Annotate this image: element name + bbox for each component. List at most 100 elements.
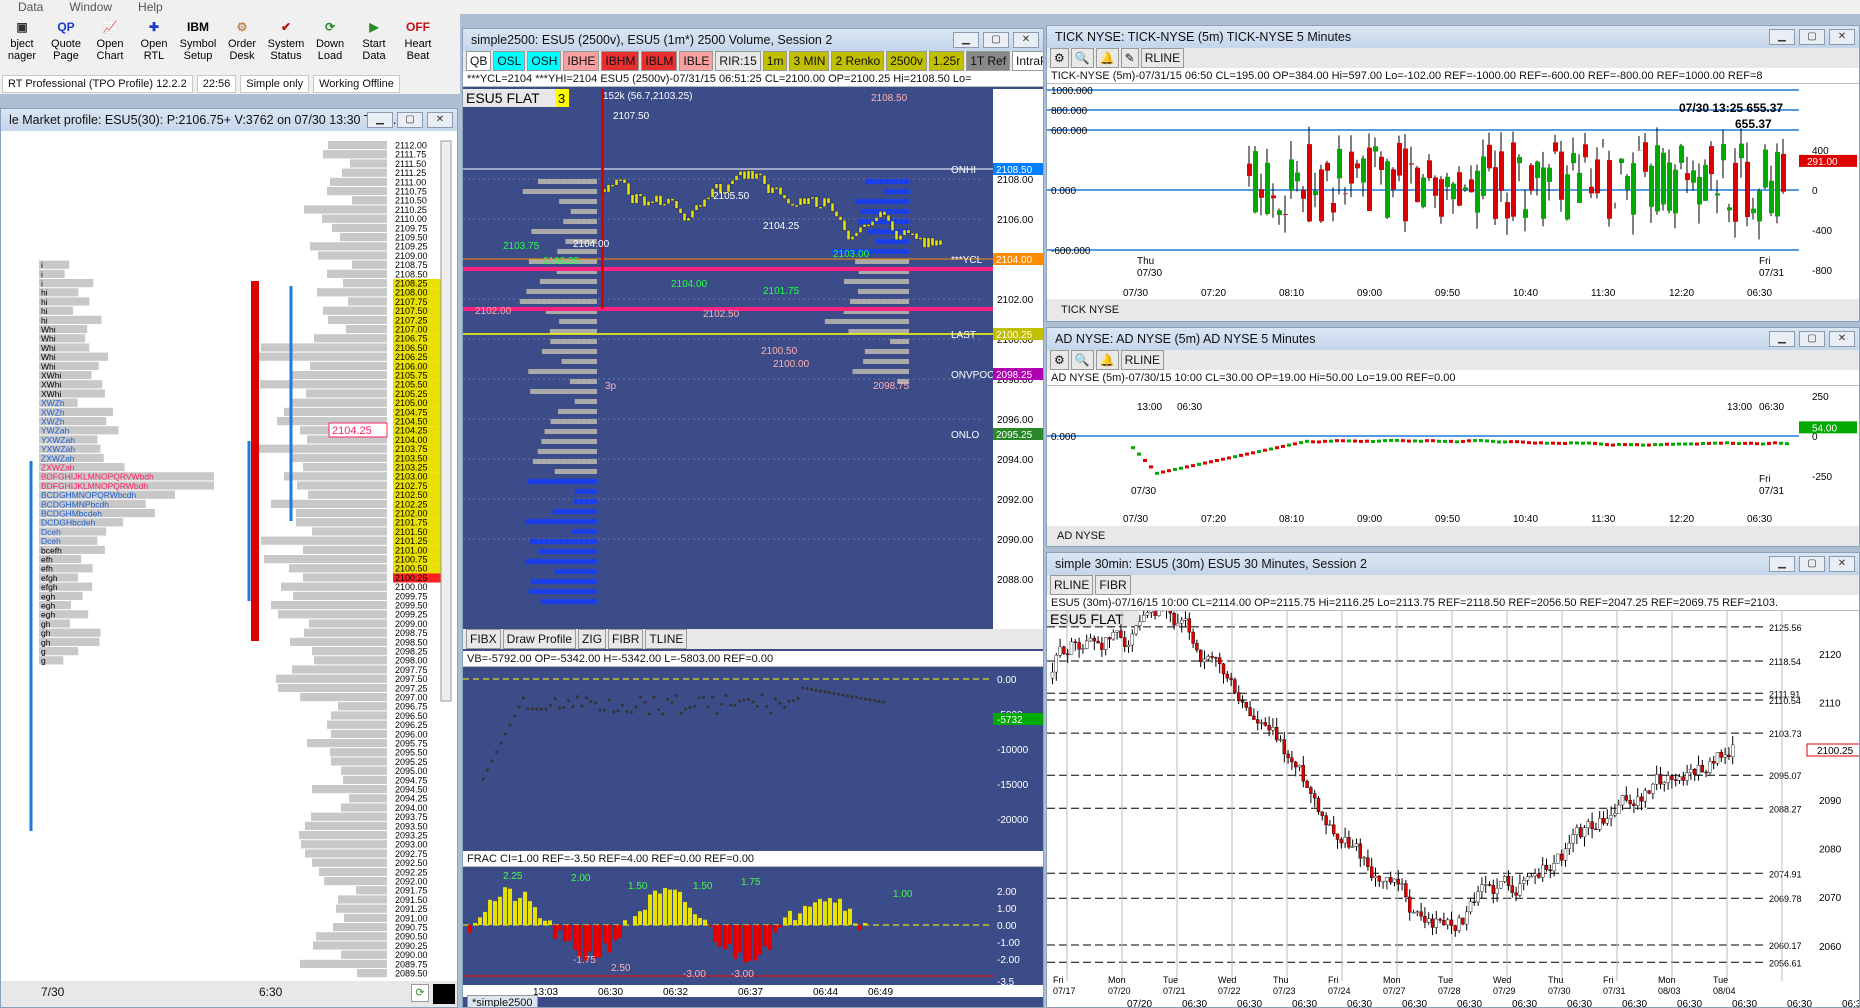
chip-osl[interactable]: OSL <box>493 51 526 71</box>
s30-chart-pane[interactable]: ESU5 FLAT 2125.56 2118.54 2111.91 2110.54 210… <box>1047 611 1860 1008</box>
chip-3min[interactable]: 3 MIN <box>789 51 830 71</box>
toolbar-button-5[interactable]: ⚙ Order Desk <box>220 14 264 74</box>
maximize-button[interactable]: ▢ <box>397 112 423 128</box>
close-button[interactable]: ✕ <box>1829 29 1855 45</box>
simple2500-title[interactable]: simple2500: ESU5 (2500v), ESU5 (1m*) 250… <box>463 29 1043 51</box>
toolbar-button-4[interactable]: IBM Symbol Setup <box>176 14 220 74</box>
profile-bar <box>328 141 387 150</box>
market-profile-title[interactable]: le Market profile: ESU5(30): P:2106.75+ … <box>1 109 457 131</box>
price-volume-chart[interactable]: 2108.00 2106.00 2104.00 2102.00 2100.00 2098.… <box>463 89 1044 631</box>
ad-chart[interactable]: 0.0002500-25054.0007/30 07:20 08:10 09:00 09… <box>1047 386 1860 526</box>
maximize-button[interactable]: ▢ <box>983 32 1009 48</box>
toolbar-button-3[interactable]: ✚ Open RTL <box>132 14 176 74</box>
chip-qb[interactable]: QB <box>466 51 492 71</box>
rline-button[interactable]: RLINE <box>1050 575 1094 595</box>
zoom-icon[interactable]: 🔍 <box>1070 350 1094 370</box>
chip-osh[interactable]: OSH <box>527 51 562 71</box>
close-button[interactable]: ✕ <box>427 112 453 128</box>
close-button[interactable]: ✕ <box>1829 556 1855 572</box>
frac-indicator-chart[interactable]: 2.001.000.00-1.00-2.00-3.52.25 2.001.50 1.… <box>463 867 1044 997</box>
s30-candle <box>1126 644 1131 647</box>
minimize-button[interactable]: ▁ <box>953 32 979 48</box>
tick-title[interactable]: TICK NYSE: TICK-NYSE (5m) TICK-NYSE 5 Mi… <box>1047 26 1859 48</box>
chip-ibhm[interactable]: IBHM <box>601 51 640 71</box>
maximize-button[interactable]: ▢ <box>1799 556 1825 572</box>
ad-candle <box>1479 438 1483 442</box>
s30-candle <box>1282 739 1287 755</box>
minimize-button[interactable]: ▁ <box>367 112 393 128</box>
toolbar-button-9[interactable]: OFF Heart Beat <box>396 14 440 74</box>
ad-symbol: AD NYSE <box>1057 530 1106 542</box>
axis-tick: 2108.00 <box>997 175 1034 186</box>
toolbar-button-6[interactable]: ✔ System Status <box>264 14 308 74</box>
settings-icon[interactable]: ⚙ <box>1050 350 1069 370</box>
toolbar-button-7[interactable]: ⟳ Down Load <box>308 14 352 74</box>
maximize-button[interactable]: ▢ <box>1799 29 1825 45</box>
toolbar-button-2[interactable]: 📈 Open Chart <box>88 14 132 74</box>
color-swatch[interactable] <box>433 984 455 1004</box>
menu-help[interactable]: Help <box>138 0 163 14</box>
chip-iblm[interactable]: IBLM <box>641 51 678 71</box>
tick-candle <box>1691 170 1696 183</box>
chip-2renko[interactable]: 2 Renko <box>831 51 885 71</box>
vb-pane[interactable]: 0.00-5000-10000-15000-20000-5732 <box>463 667 1044 839</box>
refresh-icon[interactable]: ⟳ <box>411 984 429 1002</box>
market-profile-pane[interactable]: 2112.00 2111.75 2111.50 2111.25 2111.00 2110.… <box>1 131 458 981</box>
ad-candle <box>1155 471 1159 475</box>
ad-chart-pane[interactable]: 0.000 250 0 -250 54.00 07/30 07:20 08:10 09:00 09… <box>1047 386 1860 526</box>
zoom-icon[interactable]: 🔍 <box>1070 48 1094 68</box>
frac-bar <box>703 919 707 925</box>
vb-tick: -15000 <box>997 780 1029 791</box>
chip-ibhe[interactable]: IBHE <box>563 51 600 71</box>
rline-button[interactable]: RLINE <box>1140 48 1185 68</box>
market-profile-chart[interactable]: 2112.002111.752111.502111.252111.002110.… <box>1 131 458 981</box>
minimize-button[interactable]: ▁ <box>1769 556 1795 572</box>
toolbar-button-8[interactable]: ▶ Start Data <box>352 14 396 74</box>
ad-title[interactable]: AD NYSE: AD NYSE (5m) AD NYSE 5 Minutes … <box>1047 328 1859 350</box>
vb-point <box>855 695 858 699</box>
alarm-icon[interactable]: 🔔 <box>1095 48 1119 68</box>
tick-chart-pane[interactable]: 1000.000 800.000 600.000 0.000 -600.000 400 0-… <box>1047 84 1860 299</box>
rline-button[interactable]: RLINE <box>1120 350 1165 370</box>
draw-tool-fibx[interactable]: FIBX <box>466 629 501 649</box>
s30-candle <box>1217 657 1222 665</box>
chip-intrapro[interactable]: IntraPro <box>1012 51 1043 71</box>
draw-icon[interactable]: ✎ <box>1120 48 1139 68</box>
chip-1m[interactable]: 1m <box>762 51 788 71</box>
close-button[interactable]: ✕ <box>1829 331 1855 347</box>
tick-chart[interactable]: 1000.000800.000600.0000.000-600.0004000-… <box>1047 84 1860 299</box>
s30-chart[interactable]: ESU5 FLAT2125.562118.542111.912110.54210… <box>1047 611 1860 1008</box>
menu-data[interactable]: Data <box>18 0 43 14</box>
price-chart-pane[interactable]: 2108.00 2106.00 2104.00 2102.00 2100.00 2098.… <box>463 89 1044 631</box>
frac-pane[interactable]: 2.00 1.00 0.00 -1.00 -2.00 -3.5 2.25 2.00 1.50 1.… <box>463 867 1044 997</box>
draw-tool-drawprofile[interactable]: Draw Profile <box>502 629 577 649</box>
vb-point <box>513 714 516 718</box>
candle <box>830 202 835 212</box>
maximize-button[interactable]: ▢ <box>1799 331 1825 347</box>
ad-candle <box>1743 441 1747 445</box>
draw-tool-tline[interactable]: TLINE <box>645 629 688 649</box>
chip-1tref[interactable]: 1T Ref <box>966 51 1011 71</box>
chip-ible[interactable]: IBLE <box>679 51 714 71</box>
task-simple2500[interactable]: *simple2500 <box>467 995 538 1007</box>
minimize-button[interactable]: ▁ <box>1769 331 1795 347</box>
s30-title[interactable]: simple 30min: ESU5 (30m) ESU5 30 Minutes… <box>1047 553 1859 575</box>
toolbar-button-1[interactable]: QP Quote Page <box>44 14 88 74</box>
toolbar-button-0[interactable]: ▣ bject nager <box>0 14 44 74</box>
menu-window[interactable]: Window <box>69 0 112 14</box>
fibr-button[interactable]: FIBR <box>1095 575 1131 595</box>
minimize-button[interactable]: ▁ <box>1769 29 1795 45</box>
alarm-icon[interactable]: 🔔 <box>1095 350 1119 370</box>
chip-125r[interactable]: 1.25r <box>928 51 965 71</box>
draw-tool-fibr[interactable]: FIBR <box>608 629 644 649</box>
frac-bar <box>548 920 552 925</box>
profile-bar <box>341 803 387 812</box>
settings-icon[interactable]: ⚙ <box>1050 48 1069 68</box>
candle <box>806 197 811 205</box>
vb-indicator-chart[interactable]: 0.00-5000-10000-15000-20000-5732 <box>463 667 1044 839</box>
chip-2500v[interactable]: 2500v <box>886 51 927 71</box>
draw-tool-zig[interactable]: ZIG <box>578 629 607 649</box>
chip-rir15[interactable]: RIR:15 <box>715 51 761 71</box>
s30-candle <box>1195 643 1199 651</box>
close-button[interactable]: ✕ <box>1013 32 1039 48</box>
